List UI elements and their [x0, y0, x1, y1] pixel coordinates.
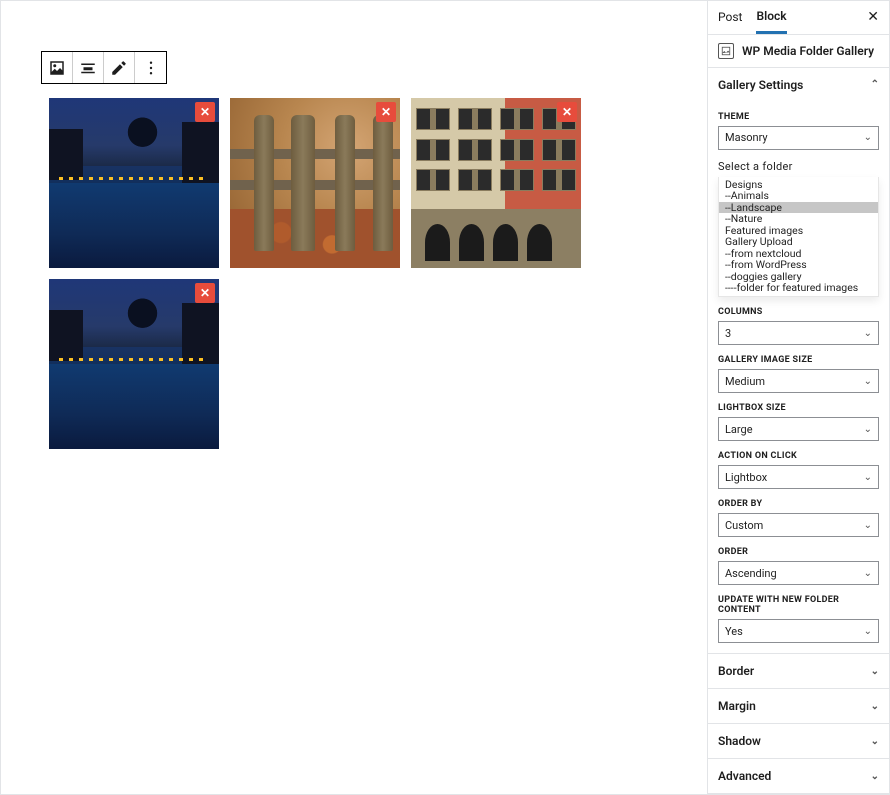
field-label-theme: THEME: [718, 112, 879, 122]
chevron-down-icon: ⌄: [864, 328, 872, 339]
section-shadow: Shadow ⌄: [708, 724, 889, 759]
field-label-action: ACTION ON CLICK: [718, 451, 879, 461]
block-type-button[interactable]: [42, 52, 73, 83]
tab-block[interactable]: Block: [756, 1, 786, 34]
select-value: Ascending: [725, 567, 777, 580]
gallery-item[interactable]: ✕: [49, 279, 219, 449]
more-vertical-icon: [142, 59, 160, 77]
section-title: Shadow: [718, 734, 761, 748]
folder-option[interactable]: --Animals: [719, 190, 878, 202]
edit-button[interactable]: [104, 52, 135, 83]
section-border: Border ⌄: [708, 654, 889, 689]
chevron-down-icon: ⌄: [864, 472, 872, 483]
select-value: Yes: [725, 625, 743, 638]
update-select[interactable]: Yes ⌄: [718, 619, 879, 643]
select-value: Lightbox: [725, 471, 767, 484]
chevron-down-icon: ⌄: [864, 520, 872, 531]
section-title: Advanced: [718, 769, 771, 783]
app-window: ✕ ✕ ✕ ✕ Post Block ✕: [0, 0, 890, 795]
inspector-sidebar: Post Block ✕ WP Media Folder Gallery Gal…: [707, 1, 889, 794]
orderby-select[interactable]: Custom ⌄: [718, 513, 879, 537]
select-value: 3: [725, 327, 731, 340]
align-button[interactable]: [73, 52, 104, 83]
chevron-down-icon: ⌄: [864, 626, 872, 637]
remove-image-button[interactable]: ✕: [557, 102, 577, 122]
field-label-lightbox-size: LIGHTBOX SIZE: [718, 403, 879, 413]
block-toolbar: [41, 51, 167, 84]
section-title: Border: [718, 664, 754, 678]
field-label-update: UPDATE WITH NEW FOLDER CONTENT: [718, 595, 879, 615]
chevron-down-icon: ⌄: [864, 424, 872, 435]
gallery-item[interactable]: ✕: [411, 98, 581, 268]
section-toggle-border[interactable]: Border ⌄: [708, 654, 889, 688]
gallery-plugin-icon: [718, 43, 734, 59]
section-toggle-shadow[interactable]: Shadow ⌄: [708, 724, 889, 758]
chevron-down-icon: ⌄: [864, 376, 872, 387]
section-toggle-gallery[interactable]: Gallery Settings ⌃: [708, 68, 889, 102]
chevron-down-icon: ⌄: [871, 736, 879, 747]
select-value: Large: [725, 423, 753, 436]
chevron-down-icon: ⌄: [871, 771, 879, 782]
gallery-item[interactable]: ✕: [230, 98, 400, 268]
lightbox-size-select[interactable]: Large ⌄: [718, 417, 879, 441]
pencil-icon: [110, 59, 128, 77]
image-size-select[interactable]: Medium ⌄: [718, 369, 879, 393]
chevron-down-icon: ⌄: [871, 666, 879, 677]
align-icon: [79, 59, 97, 77]
block-card: WP Media Folder Gallery: [708, 35, 889, 68]
chevron-up-icon: ⌃: [871, 79, 879, 90]
section-margin: Margin ⌄: [708, 689, 889, 724]
folder-select-listbox[interactable]: Designs--Animals--Landscape--NatureFeatu…: [718, 177, 879, 297]
gallery-preview: ✕ ✕ ✕ ✕: [49, 98, 697, 449]
more-options-button[interactable]: [135, 52, 166, 83]
section-title: Gallery Settings: [718, 78, 803, 92]
columns-select[interactable]: 3⌄: [718, 321, 879, 345]
editor-canvas[interactable]: ✕ ✕ ✕ ✕: [1, 1, 707, 794]
action-select[interactable]: Lightbox ⌄: [718, 465, 879, 489]
section-toggle-margin[interactable]: Margin ⌄: [708, 689, 889, 723]
tab-post[interactable]: Post: [718, 1, 742, 34]
section-toggle-advanced[interactable]: Advanced ⌄: [708, 759, 889, 793]
inspector-tabs: Post Block ✕: [708, 1, 889, 35]
theme-select[interactable]: Masonry ⌄: [718, 126, 879, 150]
image-block-icon: [48, 59, 66, 77]
field-label-columns: COLUMNS: [718, 307, 879, 317]
close-sidebar-button[interactable]: ✕: [867, 9, 879, 25]
select-value: Medium: [725, 375, 765, 388]
folder-option[interactable]: --Nature: [719, 213, 878, 225]
field-label-image-size: GALLERY IMAGE SIZE: [718, 355, 879, 365]
block-card-title: WP Media Folder Gallery: [742, 44, 874, 58]
remove-image-button[interactable]: ✕: [195, 283, 215, 303]
field-label-order: ORDER: [718, 547, 879, 557]
field-label-orderby: ORDER BY: [718, 499, 879, 509]
chevron-down-icon: ⌄: [871, 701, 879, 712]
chevron-down-icon: ⌄: [864, 132, 872, 143]
section-advanced: Advanced ⌄: [708, 759, 889, 794]
folder-option[interactable]: ----folder for featured images: [719, 282, 878, 294]
gallery-item[interactable]: ✕: [49, 98, 219, 268]
remove-image-button[interactable]: ✕: [376, 102, 396, 122]
field-label-folder: Select a folder: [718, 160, 879, 173]
remove-image-button[interactable]: ✕: [195, 102, 215, 122]
select-value: Masonry: [725, 131, 768, 144]
section-title: Margin: [718, 699, 756, 713]
order-select[interactable]: Ascending ⌄: [718, 561, 879, 585]
select-value: Custom: [725, 519, 763, 532]
section-gallery-settings: Gallery Settings ⌃ THEME Masonry ⌄ Select…: [708, 68, 889, 654]
chevron-down-icon: ⌄: [864, 568, 872, 579]
